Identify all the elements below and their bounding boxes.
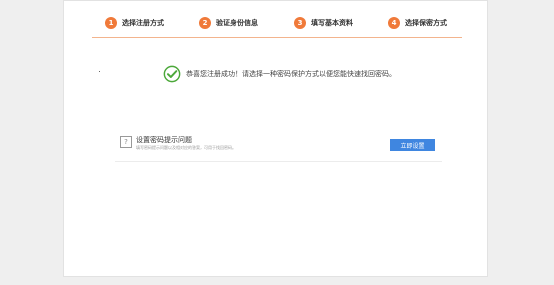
question-title: 设置密码提示问题 <box>136 136 192 144</box>
question-description: 填写密码提示问题以及相对应的答案，可用于找回密码。 <box>136 145 236 150</box>
password-question-option: ? 设置密码提示问题 填写密码提示问题以及相对应的答案，可用于找回密码。 立即设… <box>115 131 442 162</box>
step-divider <box>92 37 462 38</box>
step-4: 4 选择保密方式 <box>388 15 447 31</box>
step-2-number: 2 <box>199 17 211 29</box>
setup-now-button[interactable]: 立即设置 <box>390 139 435 151</box>
step-progress: 1 选择注册方式 2 验证身份信息 3 填写基本资料 4 选择保密方式 <box>92 15 462 39</box>
success-message: 恭喜您注册成功！请选择一种密码保护方式以便您能快速找回密码。 <box>186 70 396 78</box>
step-4-number: 4 <box>388 17 400 29</box>
success-notice: 恭喜您注册成功！请选择一种密码保护方式以便您能快速找回密码。 <box>163 65 396 83</box>
step-1: 1 选择注册方式 <box>105 15 164 31</box>
step-4-label: 选择保密方式 <box>405 19 447 27</box>
step-3-label: 填写基本资料 <box>311 19 353 27</box>
check-circle-icon <box>163 65 181 83</box>
step-1-number: 1 <box>105 17 117 29</box>
step-2-label: 验证身份信息 <box>216 19 258 27</box>
step-3: 3 填写基本资料 <box>294 15 353 31</box>
question-icon: ? <box>120 136 132 148</box>
decorative-dot <box>99 71 100 72</box>
registration-card: 1 选择注册方式 2 验证身份信息 3 填写基本资料 4 选择保密方式 恭喜您注… <box>63 0 488 277</box>
step-3-number: 3 <box>294 17 306 29</box>
step-1-label: 选择注册方式 <box>122 19 164 27</box>
step-2: 2 验证身份信息 <box>199 15 258 31</box>
